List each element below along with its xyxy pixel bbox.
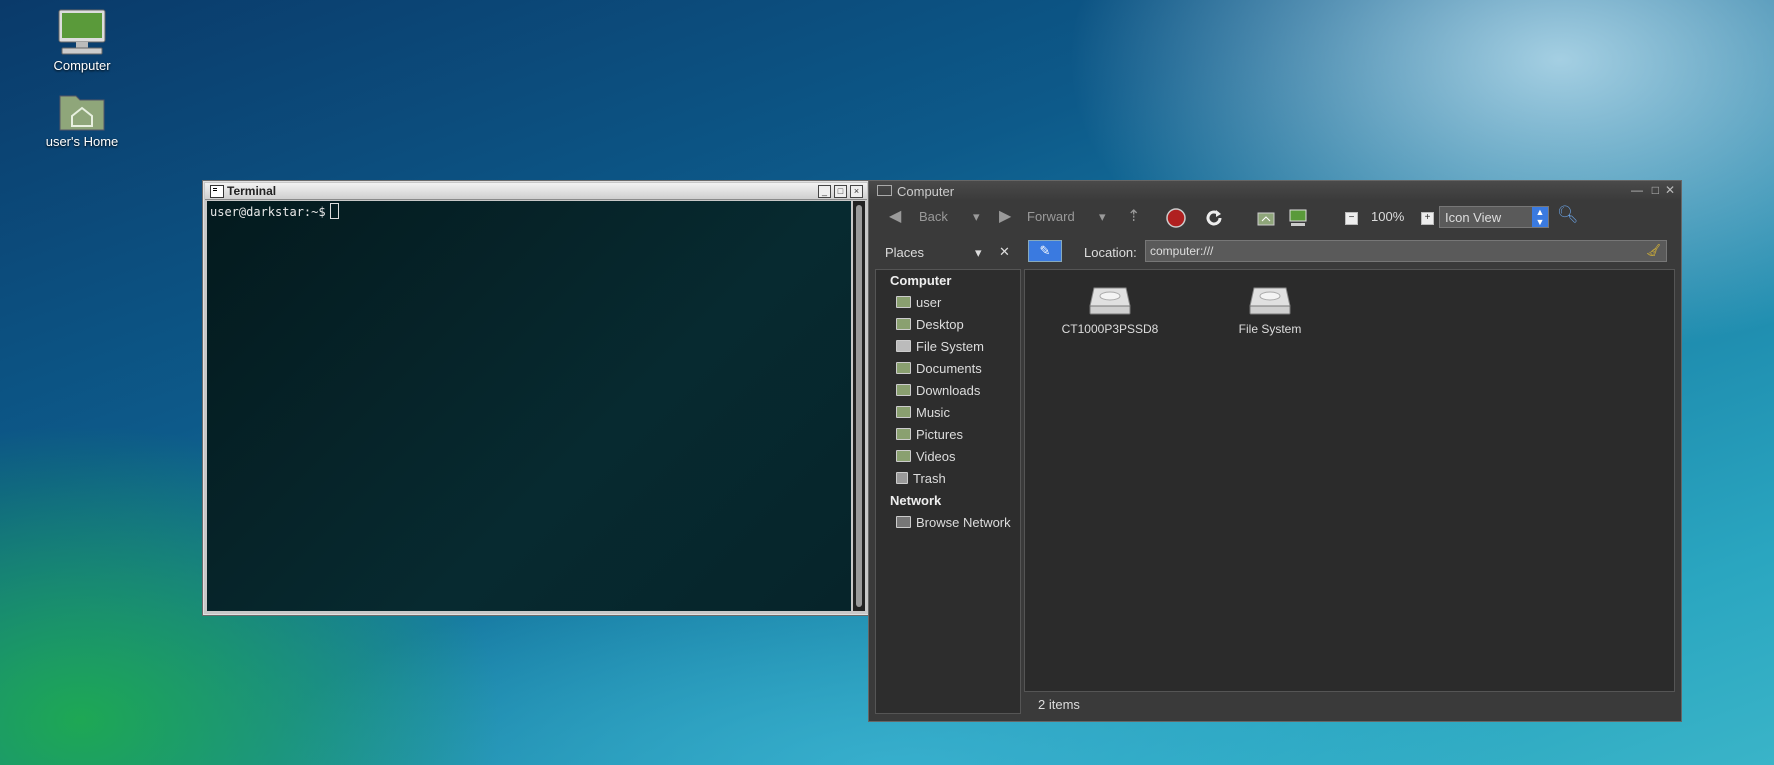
stop-icon[interactable] [1165,207,1187,229]
zoom-out-icon[interactable]: − [1345,212,1358,225]
hard-drive-icon [1249,287,1291,315]
reload-icon[interactable] [1203,207,1225,229]
sidebar-item-pictures[interactable]: Pictures [876,424,1020,446]
up-arrow-icon[interactable]: ⇡ [1127,206,1140,226]
item-label: CT1000P3PSSD8 [1061,322,1159,336]
downloads-folder-icon [896,384,911,396]
pictures-folder-icon [896,428,911,440]
places-dropdown-icon[interactable]: ▾ [975,245,982,261]
desktop-folder-icon [896,318,911,330]
sidebar-section-network: Network [890,493,942,508]
videos-folder-icon [896,450,911,462]
network-icon [896,516,911,528]
location-label: Location: [1084,245,1137,260]
sidebar-item-downloads[interactable]: Downloads [876,380,1020,402]
forward-arrow-icon[interactable]: ▶ [999,206,1011,226]
hard-drive-icon [1089,287,1131,315]
window-title: Terminal [227,184,277,198]
drive-icon [896,340,911,352]
home-folder-icon [59,95,105,131]
sidebar-item-trash[interactable]: Trash [876,468,1020,490]
file-manager-titlebar[interactable]: Computer — □ ✕ [869,181,1681,201]
close-button[interactable]: × [850,185,863,198]
computer-icon[interactable] [1287,207,1309,229]
sidebar-item-browse-network[interactable]: Browse Network [876,512,1020,534]
desktop-icon-label: user's Home [45,134,119,149]
sidebar-item-label: user [916,295,942,310]
places-sidebar: Computer user Desktop File System Docume… [875,269,1021,714]
forward-button[interactable]: Forward [1027,209,1075,224]
location-bar: Places ▾ ✕ ✎ Location: computer:/// 🧹︎ [869,235,1681,269]
sidebar-item-label: File System [916,339,984,354]
edit-location-button[interactable]: ✎ [1028,240,1062,262]
sidebar-item-label: Trash [913,471,946,486]
back-arrow-icon[interactable]: ◀ [889,206,901,226]
maximize-button[interactable]: □ [834,185,847,198]
zoom-in-icon[interactable]: + [1421,212,1434,225]
sidebar-item-label: Browse Network [916,515,1011,530]
view-mode-select[interactable]: Icon View ▲ ▼ [1439,206,1549,228]
close-sidebar-icon[interactable]: ✕ [999,244,1010,260]
location-input[interactable]: computer:/// 🧹︎ [1145,240,1667,262]
back-button[interactable]: Back [919,209,948,224]
drive-item[interactable]: File System [1205,284,1335,336]
sidebar-item-music[interactable]: Music [876,402,1020,424]
terminal-scrollbar[interactable] [853,201,865,611]
minimize-button[interactable]: — [1631,183,1643,197]
window-title: Computer [897,184,955,199]
sidebar-item-label: Pictures [916,427,963,442]
spinner-icon: ▲ ▼ [1532,207,1548,227]
sidebar-item-label: Desktop [916,317,964,332]
sidebar-item-label: Downloads [916,383,981,398]
scrollbar-thumb[interactable] [856,205,862,607]
terminal-titlebar[interactable]: Terminal _ □ × [205,183,867,200]
computer-icon [58,9,106,55]
drive-item[interactable]: CT1000P3PSSD8 [1045,284,1175,336]
sidebar-item-label: Videos [916,449,956,464]
sidebar-item-user[interactable]: user [876,292,1020,314]
file-manager-window[interactable]: Computer — □ ✕ ◀ Back ▾ ▶ Forward ▾ ⇡ − … [868,180,1682,722]
computer-icon [877,185,892,196]
view-mode-value: Icon View [1445,210,1502,225]
home-folder-icon [896,296,911,308]
terminal-icon [210,185,224,198]
sidebar-item-desktop[interactable]: Desktop [876,314,1020,336]
sidebar-item-label: Documents [916,361,982,376]
file-view[interactable]: CT1000P3PSSD8 File System [1024,269,1675,692]
home-icon[interactable] [1255,207,1277,229]
trash-icon [896,472,908,484]
documents-folder-icon [896,362,911,374]
terminal-window[interactable]: Terminal _ □ × user@darkstar:~$ [202,180,870,616]
status-bar: 2 items [1024,692,1675,714]
back-history-dropdown[interactable]: ▾ [973,209,980,225]
close-button[interactable]: ✕ [1665,183,1675,197]
terminal-prompt: user@darkstar:~$ [210,205,326,219]
location-value: computer:/// [1150,244,1214,258]
forward-history-dropdown[interactable]: ▾ [1099,209,1106,225]
item-label: File System [1238,322,1302,336]
terminal-cursor [329,203,339,219]
sidebar-section-computer: Computer [890,273,952,288]
search-icon[interactable]: 🔍︎ [1557,205,1579,225]
sidebar-item-label: Music [916,405,950,420]
desktop-icon-home[interactable]: user's Home [22,88,142,149]
clear-location-icon[interactable]: 🧹︎ [1646,243,1661,257]
desktop-icon-label: Computer [53,58,111,73]
sidebar-item-file-system[interactable]: File System [876,336,1020,358]
minimize-button[interactable]: _ [818,185,831,198]
zoom-level: 100% [1371,209,1405,224]
toolbar: ◀ Back ▾ ▶ Forward ▾ ⇡ − 100% + Icon Vie… [869,201,1681,235]
desktop-icon-computer[interactable]: Computer [22,8,142,73]
sidebar-item-documents[interactable]: Documents [876,358,1020,380]
music-folder-icon [896,406,911,418]
places-selector[interactable]: Places [885,245,924,260]
terminal-screen[interactable]: user@darkstar:~$ [207,201,851,611]
maximize-button[interactable]: □ [1652,183,1659,197]
status-text: 2 items [1038,697,1080,712]
sidebar-item-videos[interactable]: Videos [876,446,1020,468]
